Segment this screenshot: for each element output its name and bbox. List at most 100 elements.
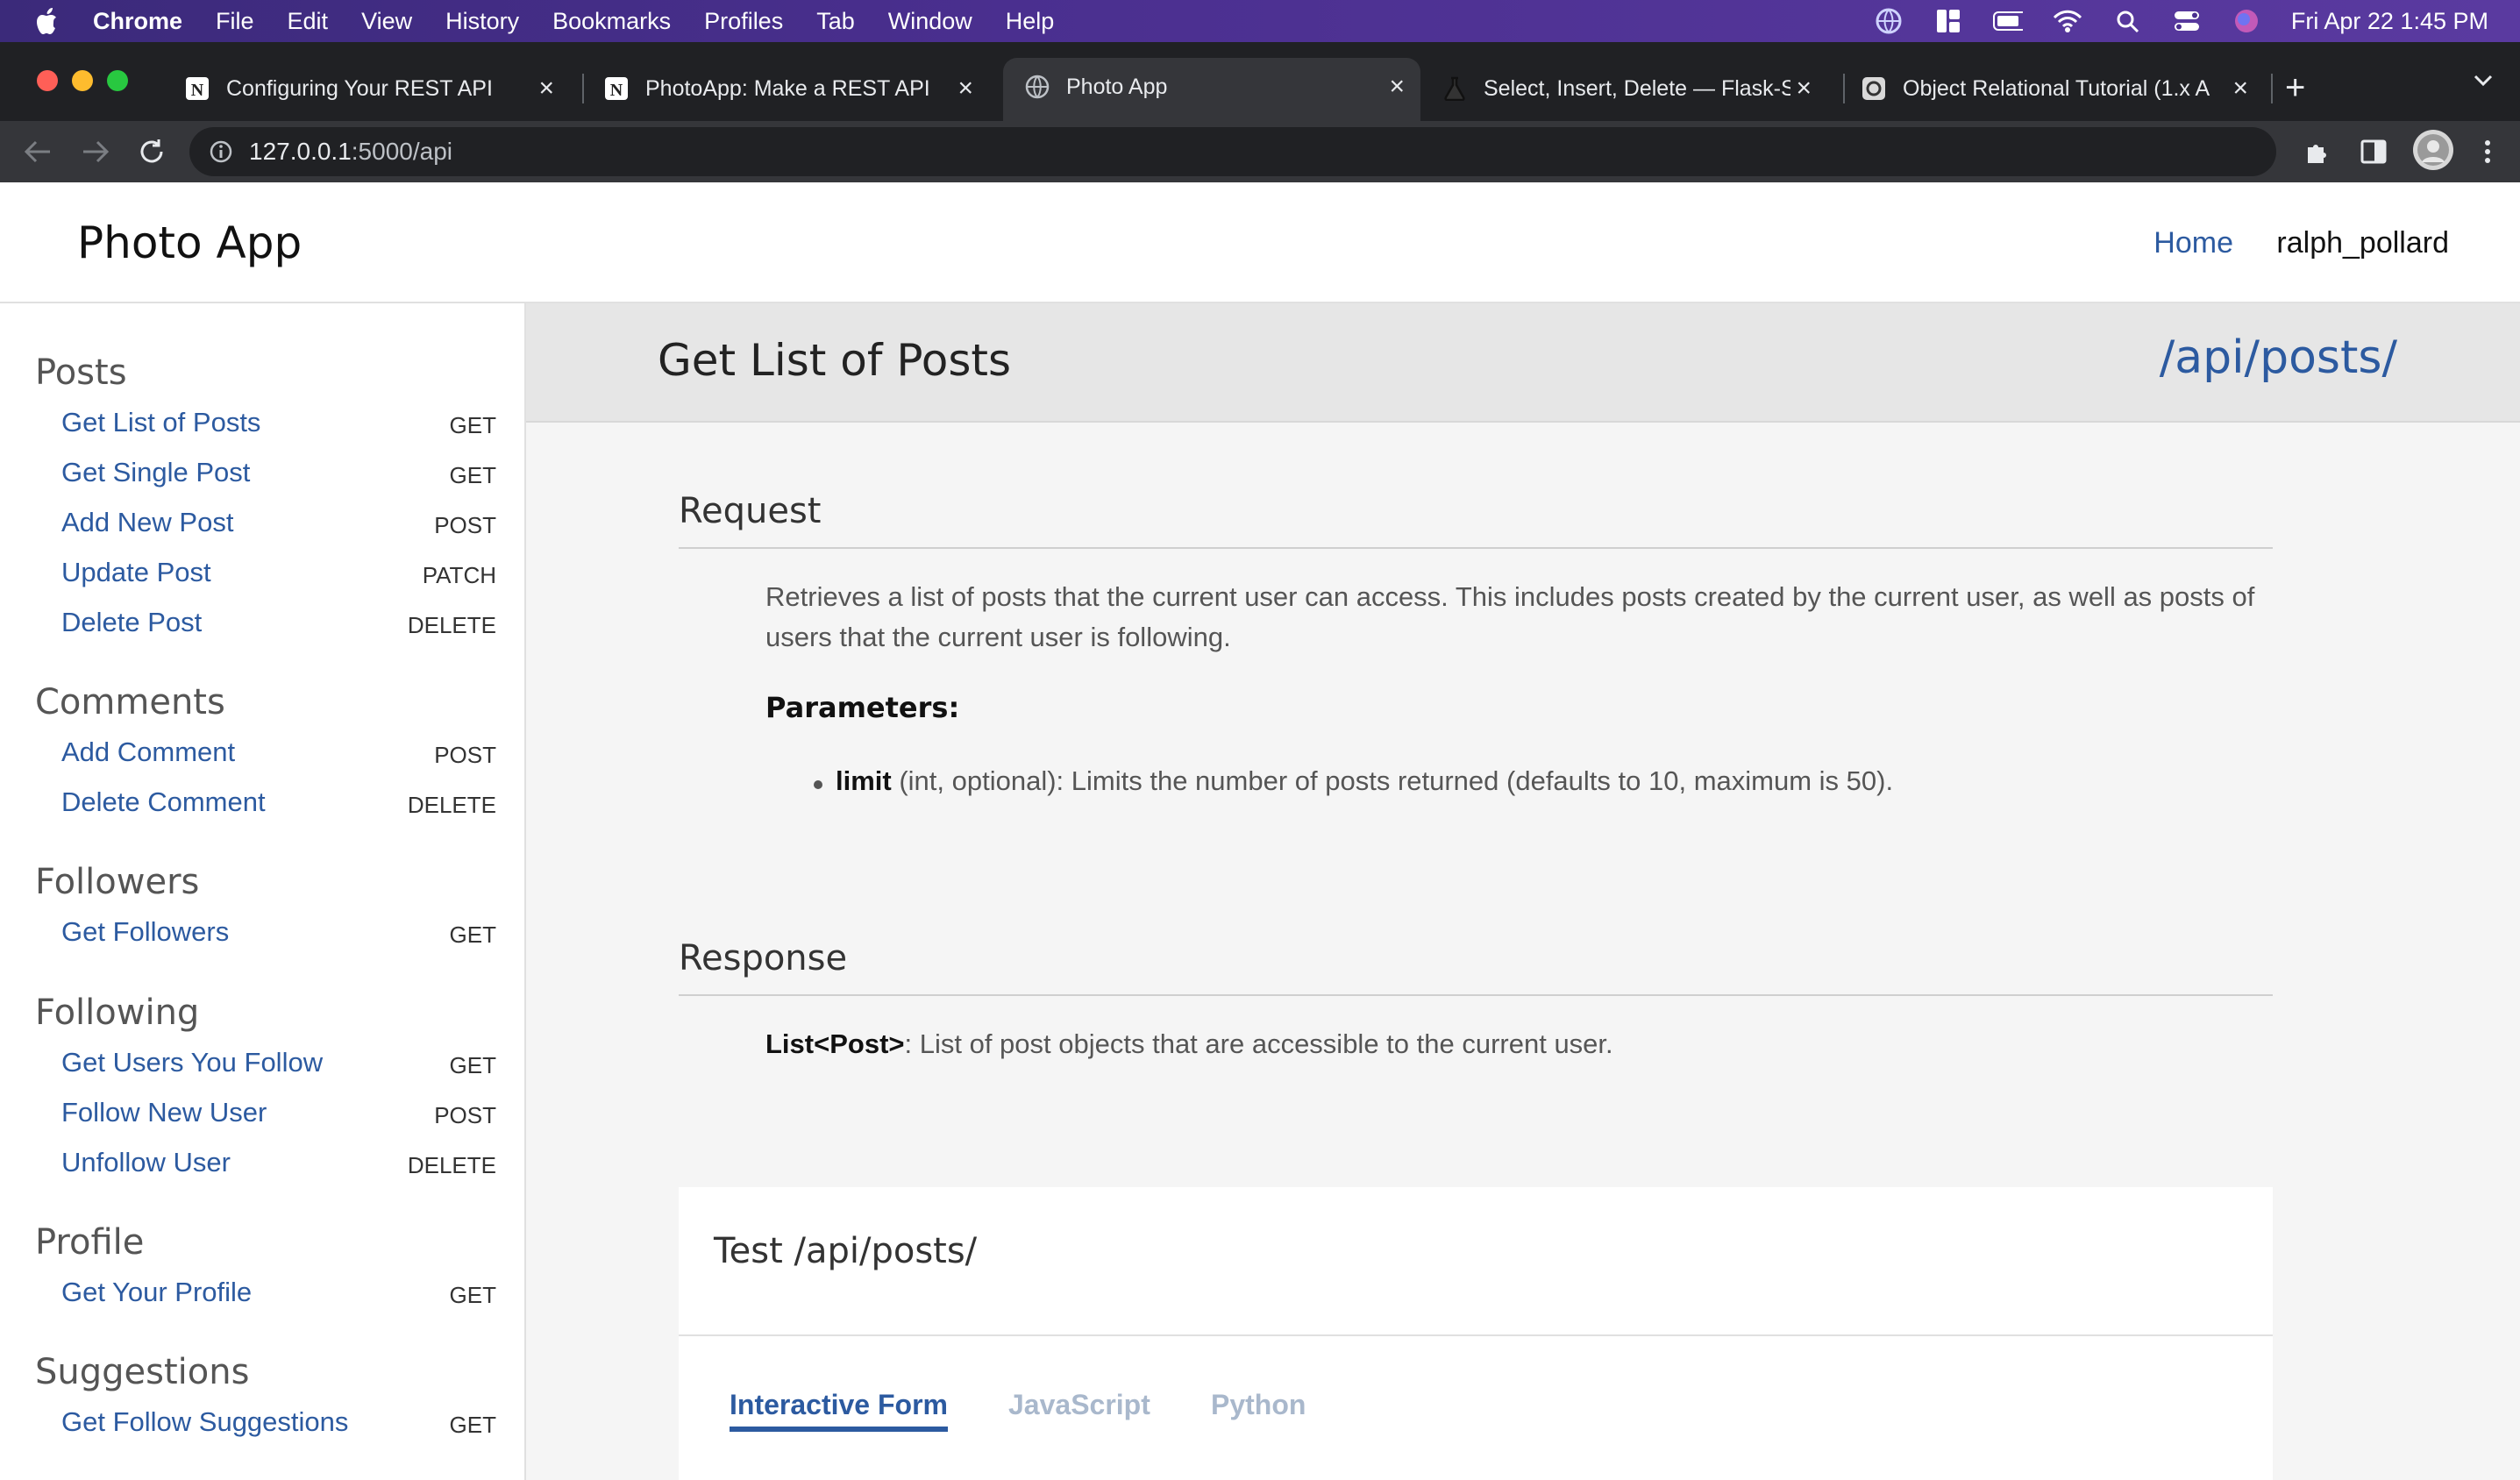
site-header: Photo App Home ralph_pollard — [0, 182, 2520, 303]
sidebar-link-get-single-post[interactable]: Get Single Post — [61, 457, 250, 488]
site-info-icon[interactable] — [209, 139, 233, 168]
apple-icon[interactable] — [33, 6, 63, 36]
nav-home-link[interactable]: Home — [2153, 226, 2233, 260]
address-bar[interactable]: 127.0.0.1:5000/api — [189, 127, 2276, 176]
vpn-globe-icon[interactable] — [1874, 6, 1904, 36]
tab-photoapp-make-rest-api[interactable]: N PhotoApp: Make a REST API × — [603, 61, 989, 116]
http-method-label: POST — [434, 742, 496, 768]
response-heading: Response — [679, 938, 848, 978]
sidebar-link-get-your-profile[interactable]: Get Your Profile — [61, 1277, 252, 1308]
response-description: List<Post>: List of post objects that ar… — [765, 1024, 2274, 1064]
notion-icon: N — [184, 75, 210, 102]
tab-title: Select, Insert, Delete — Flask-S — [1484, 75, 1790, 101]
menu-profiles[interactable]: Profiles — [704, 8, 783, 35]
parameter-description: (int, optional): Limits the number of po… — [891, 765, 1894, 796]
test-endpoint-card: Test /api/posts/ Interactive Form JavaSc… — [679, 1187, 2273, 1480]
svg-text:N: N — [191, 81, 204, 100]
parameters-heading: Parameters: — [765, 691, 960, 724]
battery-icon[interactable] — [1992, 6, 2023, 36]
http-method-label: GET — [449, 1282, 496, 1308]
http-method-label: GET — [449, 462, 496, 488]
globe-icon — [1024, 74, 1050, 100]
sidebar-link-unfollow-user[interactable]: Unfollow User — [61, 1147, 231, 1178]
layout-icon[interactable] — [1933, 6, 1963, 36]
notion-icon: N — [603, 75, 630, 102]
tab-search-chevron-down-icon[interactable] — [2473, 74, 2494, 92]
http-method-label: PATCH — [422, 562, 496, 588]
sidebar-link-delete-post[interactable]: Delete Post — [61, 607, 202, 638]
back-arrow-icon[interactable] — [21, 135, 54, 168]
tab-interactive-form[interactable]: Interactive Form — [730, 1389, 948, 1432]
sidebar-link-add-comment[interactable]: Add Comment — [61, 736, 235, 768]
forward-arrow-icon[interactable] — [79, 135, 112, 168]
window-zoom-button[interactable] — [107, 70, 128, 91]
menu-window[interactable]: Window — [888, 8, 972, 35]
tab-close-icon[interactable]: × — [957, 74, 973, 103]
more-menu-icon[interactable] — [2471, 135, 2504, 168]
sidebar-link-update-post[interactable]: Update Post — [61, 557, 211, 588]
test-title: Test /api/posts/ — [714, 1231, 978, 1271]
tab-configuring-rest-api[interactable]: N Configuring Your REST API × — [184, 61, 570, 116]
extensions-puzzle-icon[interactable] — [2301, 135, 2334, 168]
http-method-label: GET — [449, 921, 496, 948]
sidebar-link-get-follow-suggestions[interactable]: Get Follow Suggestions — [61, 1406, 348, 1438]
menu-history[interactable]: History — [445, 8, 519, 35]
tab-flask-sqlalchemy[interactable]: Select, Insert, Delete — Flask-S × — [1442, 61, 1827, 116]
sidebar-heading-posts: Posts — [35, 352, 127, 393]
parameter-name: limit — [836, 765, 892, 796]
tab-object-relational-tutorial[interactable]: Object Relational Tutorial (1.x A × — [1861, 61, 2264, 116]
tab-close-icon[interactable]: × — [2232, 74, 2248, 103]
api-sidebar: Posts Get List of Posts GET Get Single P… — [0, 303, 526, 1480]
tab-python[interactable]: Python — [1211, 1389, 1306, 1421]
profile-avatar[interactable] — [2413, 130, 2453, 170]
new-tab-plus-icon[interactable]: + — [2285, 68, 2305, 108]
menu-view[interactable]: View — [361, 8, 412, 35]
site-brand[interactable]: Photo App — [77, 217, 302, 268]
sidebar-heading-comments: Comments — [35, 682, 225, 722]
tab-javascript[interactable]: JavaScript — [1008, 1389, 1150, 1421]
sidebar-link-get-list-of-posts[interactable]: Get List of Posts — [61, 407, 260, 438]
section-divider — [679, 994, 2273, 996]
window-close-button[interactable] — [37, 70, 58, 91]
menu-bookmarks[interactable]: Bookmarks — [552, 8, 671, 35]
spotlight-search-icon[interactable] — [2112, 6, 2142, 36]
sidebar-link-get-users-you-follow[interactable]: Get Users You Follow — [61, 1047, 323, 1078]
menu-tab[interactable]: Tab — [816, 8, 855, 35]
username-link[interactable]: ralph_pollard — [2276, 226, 2449, 260]
sidebar-heading-profile: Profile — [35, 1222, 145, 1263]
menu-file[interactable]: File — [216, 8, 254, 35]
siri-icon[interactable] — [2232, 6, 2261, 36]
wifi-icon[interactable] — [2053, 6, 2082, 36]
sidebar-link-delete-comment[interactable]: Delete Comment — [61, 786, 266, 818]
reload-icon[interactable] — [135, 135, 168, 168]
http-method-label: GET — [449, 1052, 496, 1078]
url-path: :5000/api — [351, 138, 452, 165]
url-host: 127.0.0.1 — [249, 138, 352, 165]
window-minimize-button[interactable] — [72, 70, 93, 91]
http-method-label: GET — [449, 1412, 496, 1438]
sidebar-link-get-followers[interactable]: Get Followers — [61, 916, 229, 948]
side-panel-icon[interactable] — [2357, 135, 2390, 168]
menubar-clock[interactable]: Fri Apr 22 1:45 PM — [2291, 8, 2488, 35]
menu-app-chrome[interactable]: Chrome — [93, 8, 182, 35]
tab-title: Photo App — [1066, 74, 1168, 99]
endpoint-path: /api/posts/ — [2159, 331, 2397, 384]
menu-help[interactable]: Help — [1006, 8, 1055, 35]
sidebar-heading-suggestions: Suggestions — [35, 1352, 250, 1392]
tab-separator — [1843, 74, 1845, 103]
menu-edit[interactable]: Edit — [288, 8, 329, 35]
tab-title: PhotoApp: Make a REST API — [645, 75, 930, 101]
tab-separator — [582, 74, 584, 103]
parameter-item: limit (int, optional): Limits the number… — [836, 761, 2274, 801]
tab-close-icon[interactable]: × — [1389, 72, 1405, 102]
http-method-label: GET — [449, 412, 496, 438]
tab-close-icon[interactable]: × — [1796, 74, 1812, 103]
tab-close-icon[interactable]: × — [538, 74, 554, 103]
web-page: Photo App Home ralph_pollard Posts Get L… — [0, 182, 2520, 1480]
sidebar-link-follow-new-user[interactable]: Follow New User — [61, 1097, 267, 1128]
response-text: : List of post objects that are accessib… — [904, 1028, 1613, 1059]
tab-title: Object Relational Tutorial (1.x A — [1903, 75, 2210, 101]
sidebar-link-add-new-post[interactable]: Add New Post — [61, 507, 233, 538]
sqlalchemy-icon — [1861, 75, 1887, 102]
control-center-icon[interactable] — [2172, 6, 2202, 36]
